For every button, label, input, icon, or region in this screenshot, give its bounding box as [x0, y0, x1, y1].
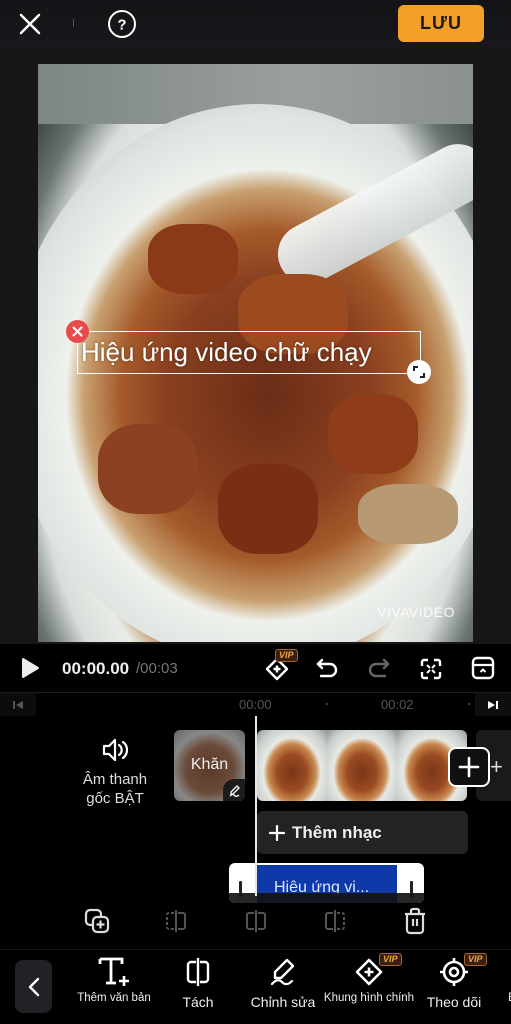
video-preview[interactable]: VIVAVIDEO Hiệu ứng video chữ chạy	[38, 64, 473, 642]
redo-button[interactable]	[365, 655, 393, 681]
edit-pen-icon	[229, 784, 240, 797]
video-content-detail	[148, 224, 238, 294]
fullscreen-button[interactable]	[417, 655, 445, 683]
video-content-detail	[328, 394, 418, 474]
tick-dot	[468, 703, 470, 705]
video-content-detail	[358, 484, 458, 544]
video-content-detail	[98, 424, 198, 514]
panel-toggle-button[interactable]	[469, 654, 497, 682]
tool-add-text[interactable]: Thêm văn bản	[76, 956, 152, 1005]
undo-button[interactable]	[313, 655, 341, 681]
text-overlay-delete-button[interactable]	[66, 320, 89, 343]
duplicate-button[interactable]	[82, 906, 112, 936]
vip-badge: VIP	[275, 649, 298, 662]
top-bar: ? LƯU	[0, 0, 511, 48]
tool-label: Khung hình chính	[323, 992, 415, 1004]
tool-split[interactable]: Tách	[168, 956, 228, 1010]
edit-pen-icon	[270, 958, 295, 986]
back-button[interactable]	[15, 960, 52, 1013]
resize-icon	[413, 366, 425, 378]
close-button[interactable]	[14, 8, 46, 40]
add-text-icon	[98, 957, 129, 986]
audio-label-line1: Âm thanh	[82, 771, 148, 788]
clip-action-bar	[0, 890, 511, 946]
video-content-detail	[218, 464, 318, 554]
vip-badge: VIP	[464, 953, 487, 966]
tick-label: 00:02	[381, 697, 414, 712]
split-left-icon	[166, 910, 186, 932]
panel-collapse-icon	[471, 656, 495, 680]
play-icon	[22, 658, 39, 678]
speaker-icon	[102, 738, 129, 762]
skip-start-icon	[13, 700, 23, 709]
video-preview-area: VIVAVIDEO Hiệu ứng video chữ chạy	[0, 48, 511, 644]
help-button[interactable]: ?	[106, 8, 138, 40]
cover-clip[interactable]: Khăn	[174, 730, 245, 801]
add-clip-button[interactable]	[448, 747, 490, 787]
jump-to-start-button[interactable]	[0, 693, 36, 716]
undo-icon	[316, 658, 338, 678]
tool-label: Tách	[182, 994, 214, 1010]
tick-dot	[326, 703, 328, 705]
tool-more[interactable]: B	[502, 956, 511, 1005]
close-icon	[72, 326, 83, 337]
cover-label: Khăn	[190, 756, 229, 773]
current-time: 00:00.00	[62, 659, 130, 678]
split-right-button[interactable]	[320, 906, 350, 936]
video-clip[interactable]	[257, 730, 467, 801]
text-overlay-box[interactable]: Hiệu ứng video chữ chạy	[77, 331, 421, 374]
timeline-ruler[interactable]: 00:00 00:02	[0, 692, 511, 716]
text-overlay-resize-handle[interactable]	[407, 360, 431, 384]
help-circle-icon: ?	[108, 10, 136, 38]
fullscreen-icon	[420, 658, 442, 680]
split-button[interactable]	[241, 906, 271, 936]
separator	[73, 19, 74, 27]
chevron-left-icon	[28, 977, 39, 996]
jump-to-end-button[interactable]	[475, 693, 511, 716]
clip-thumbnail	[327, 730, 397, 801]
clip-thumbnail	[257, 730, 327, 801]
bottom-toolbar: Thêm văn bản Tách Chỉnh sửa Khung hình c…	[0, 949, 511, 1024]
plus-icon	[458, 756, 480, 778]
delete-clip-button[interactable]	[400, 906, 430, 936]
split-icon	[186, 958, 210, 986]
add-transition-icon[interactable]: +	[490, 754, 503, 780]
split-right-icon	[325, 910, 345, 932]
tool-label: Chỉnh sửa	[250, 994, 316, 1010]
vip-badge: VIP	[379, 953, 402, 966]
tool-edit[interactable]: Chỉnh sửa	[246, 956, 320, 1010]
skip-end-icon	[488, 700, 498, 709]
original-audio-toggle[interactable]: Âm thanh gốc BẬT	[70, 736, 160, 808]
add-music-button[interactable]: Thêm nhạc	[257, 811, 468, 854]
watermark: VIVAVIDEO	[377, 604, 455, 620]
plus-icon	[269, 824, 285, 841]
tool-label: Theo dõi	[426, 994, 482, 1010]
text-overlay-label: Hiệu ứng video chữ chạy	[81, 337, 372, 367]
cover-edit-button[interactable]	[223, 779, 245, 801]
duplicate-icon	[84, 908, 110, 934]
original-audio-label: Âm thanh gốc BẬT	[83, 770, 147, 808]
tool-label: Thêm văn bản	[77, 992, 151, 1004]
split-left-button[interactable]	[161, 906, 191, 936]
trash-icon	[405, 907, 425, 935]
playhead[interactable]	[255, 716, 257, 896]
close-icon	[19, 13, 41, 35]
audio-label-line2: gốc BẬT	[86, 790, 144, 807]
svg-text:?: ?	[117, 17, 126, 34]
tick-label: 00:00	[239, 697, 272, 712]
save-button[interactable]: LƯU	[398, 5, 484, 42]
add-music-label: Thêm nhạc	[292, 822, 382, 842]
play-button[interactable]	[14, 652, 46, 684]
playback-controls: 00:00.00 /00:03 VIP	[0, 644, 511, 692]
redo-icon	[368, 658, 390, 678]
total-duration: /00:03	[136, 660, 178, 677]
split-icon	[246, 910, 266, 932]
